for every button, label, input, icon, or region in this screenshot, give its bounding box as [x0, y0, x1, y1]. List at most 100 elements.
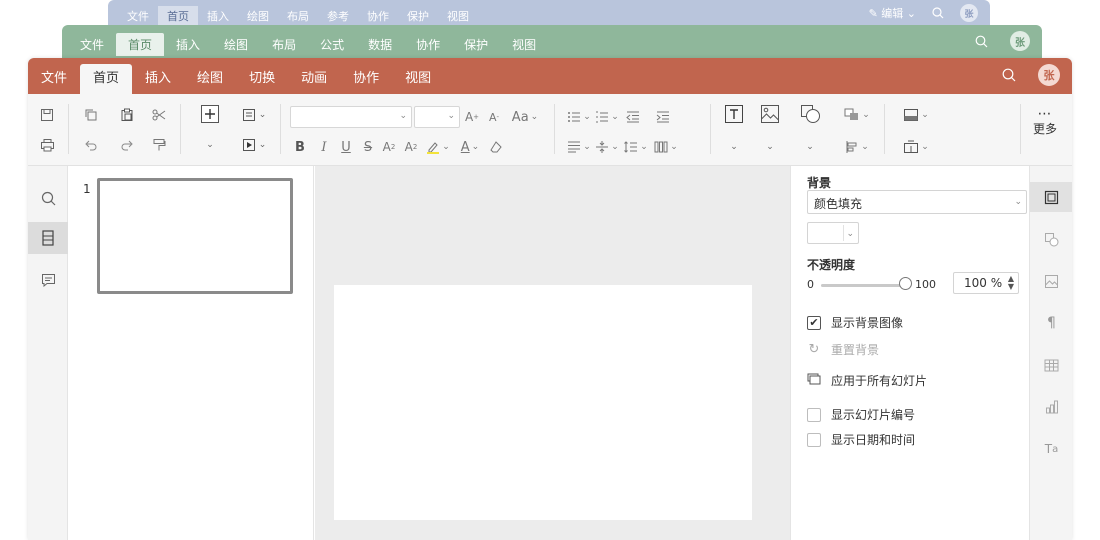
undo-icon[interactable]: [80, 134, 102, 156]
show-bg-image-checkbox[interactable]: ✔: [807, 315, 821, 330]
mid-menu-collab[interactable]: 协作: [404, 33, 452, 56]
grow-font-icon[interactable]: A +: [464, 106, 480, 128]
back-menu-protect[interactable]: 保护: [398, 6, 438, 26]
align-objects-icon[interactable]: ⌄: [840, 136, 874, 158]
show-slide-number-checkbox[interactable]: [807, 407, 821, 422]
comments-icon[interactable]: [28, 264, 68, 296]
text-box-icon[interactable]: [722, 102, 746, 126]
add-slide-icon[interactable]: [198, 102, 222, 126]
back-menu-collab[interactable]: 协作: [358, 6, 398, 26]
mid-search-icon[interactable]: [975, 35, 988, 48]
mid-menu-insert[interactable]: 插入: [164, 33, 212, 56]
image-icon[interactable]: [758, 102, 782, 126]
opacity-input[interactable]: 100 % ▲ ▼: [953, 272, 1019, 294]
text-box-dropdown-icon[interactable]: ⌄: [724, 136, 744, 158]
back-edit-button[interactable]: ✎ 编辑 ⌄: [869, 5, 916, 21]
mid-menu-home[interactable]: 首页: [116, 33, 165, 56]
paste-icon[interactable]: [116, 104, 138, 126]
menu-insert[interactable]: 插入: [132, 64, 184, 94]
shrink-font-icon[interactable]: A-: [486, 106, 502, 128]
fill-type-select[interactable]: 颜色填充 ⌄: [807, 190, 1027, 214]
font-color-icon[interactable]: A ⌄: [456, 136, 484, 158]
search-icon[interactable]: [1002, 68, 1016, 82]
mid-menu-protect[interactable]: 保护: [452, 33, 500, 56]
columns-icon[interactable]: ⌄: [652, 136, 680, 158]
add-slide-dropdown-icon[interactable]: ⌄: [200, 134, 220, 156]
back-menu-home[interactable]: 首页: [158, 6, 198, 26]
mid-menu-data[interactable]: 数据: [356, 33, 404, 56]
arrange-icon[interactable]: ⌄: [840, 104, 874, 126]
opacity-slider-handle[interactable]: [898, 277, 912, 290]
slides-panel-icon[interactable]: [28, 222, 68, 254]
show-bg-image-row[interactable]: ✔ 显示背景图像: [807, 314, 903, 331]
slide-settings-icon[interactable]: ⌄: [898, 136, 934, 158]
apply-all-row[interactable]: 应用于所有幻灯片: [807, 372, 927, 389]
cut-icon[interactable]: [148, 104, 170, 126]
decrease-indent-icon[interactable]: [624, 106, 642, 128]
slide-settings-tab-icon[interactable]: [1030, 182, 1072, 212]
slide-thumbnail[interactable]: [97, 178, 293, 294]
layout-icon[interactable]: ⌄: [238, 104, 270, 126]
redo-icon[interactable]: [116, 134, 138, 156]
reset-bg-row[interactable]: ↻ 重置背景: [807, 341, 879, 358]
menu-view[interactable]: 视图: [392, 64, 444, 94]
menu-draw[interactable]: 绘图: [184, 64, 236, 94]
user-avatar[interactable]: 张: [1038, 64, 1060, 86]
menu-transition[interactable]: 切换: [236, 64, 288, 94]
back-menu-insert[interactable]: 插入: [198, 6, 238, 26]
underline-icon[interactable]: U: [338, 136, 354, 158]
menu-collab[interactable]: 协作: [340, 64, 392, 94]
mid-menu-formula[interactable]: 公式: [308, 33, 356, 56]
chart-settings-tab-icon[interactable]: [1030, 392, 1072, 422]
spinner-icon[interactable]: ▲ ▼: [1008, 275, 1014, 291]
subscript-icon[interactable]: A2: [402, 136, 420, 158]
line-spacing-icon[interactable]: ⌄: [622, 136, 650, 158]
shape-settings-tab-icon[interactable]: [1030, 224, 1072, 254]
align-icon[interactable]: ⌄: [566, 136, 592, 158]
bullet-list-icon[interactable]: ⌄: [566, 106, 592, 128]
font-size-select[interactable]: ⌄: [414, 106, 460, 128]
italic-icon[interactable]: I: [316, 136, 332, 158]
search-panel-icon[interactable]: [28, 182, 68, 214]
back-menu-draw[interactable]: 绘图: [238, 6, 278, 26]
color-picker[interactable]: ⌄: [807, 222, 859, 244]
shape-icon[interactable]: [798, 102, 824, 126]
table-settings-tab-icon[interactable]: [1030, 350, 1072, 380]
menu-animation[interactable]: 动画: [288, 64, 340, 94]
strikethrough-icon[interactable]: S: [360, 136, 376, 158]
mid-menu-file[interactable]: 文件: [68, 33, 116, 56]
image-dropdown-icon[interactable]: ⌄: [760, 136, 780, 158]
mid-avatar[interactable]: 张: [1010, 31, 1030, 51]
print-icon[interactable]: [36, 134, 58, 156]
show-date-time-checkbox[interactable]: [807, 432, 821, 447]
show-slide-number-row[interactable]: 显示幻灯片编号: [807, 406, 915, 423]
increase-indent-icon[interactable]: [654, 106, 672, 128]
shape-dropdown-icon[interactable]: ⌄: [800, 136, 820, 158]
menu-file[interactable]: 文件: [28, 64, 80, 94]
opacity-slider-track[interactable]: [821, 284, 905, 287]
back-menu-layout[interactable]: 布局: [278, 6, 318, 26]
back-menu-view[interactable]: 视图: [438, 6, 478, 26]
slide-size-icon[interactable]: ⌄: [898, 104, 934, 126]
more-button[interactable]: ⋯ 更多: [1030, 107, 1060, 137]
format-painter-icon[interactable]: [148, 134, 170, 156]
superscript-icon[interactable]: A2: [380, 136, 398, 158]
back-search-icon[interactable]: [932, 7, 944, 19]
text-art-settings-tab-icon[interactable]: Ta: [1030, 434, 1072, 464]
show-date-time-row[interactable]: 显示日期和时间: [807, 431, 915, 448]
highlight-icon[interactable]: ⌄: [424, 136, 452, 158]
numbered-list-icon[interactable]: ⌄: [594, 106, 620, 128]
font-family-select[interactable]: ⌄: [290, 106, 412, 128]
back-menu-reference[interactable]: 参考: [318, 6, 358, 26]
copy-icon[interactable]: [80, 104, 102, 126]
save-icon[interactable]: [36, 104, 58, 126]
paragraph-settings-tab-icon[interactable]: ¶: [1030, 308, 1072, 338]
menu-home[interactable]: 首页: [80, 64, 133, 94]
mid-menu-view[interactable]: 视图: [500, 33, 548, 56]
image-settings-tab-icon[interactable]: [1030, 266, 1072, 296]
slide-canvas[interactable]: [334, 285, 752, 520]
change-case-icon[interactable]: Aa ⌄: [508, 106, 542, 128]
mid-menu-draw[interactable]: 绘图: [212, 33, 260, 56]
mid-menu-layout[interactable]: 布局: [260, 33, 308, 56]
bold-icon[interactable]: B: [292, 136, 308, 158]
